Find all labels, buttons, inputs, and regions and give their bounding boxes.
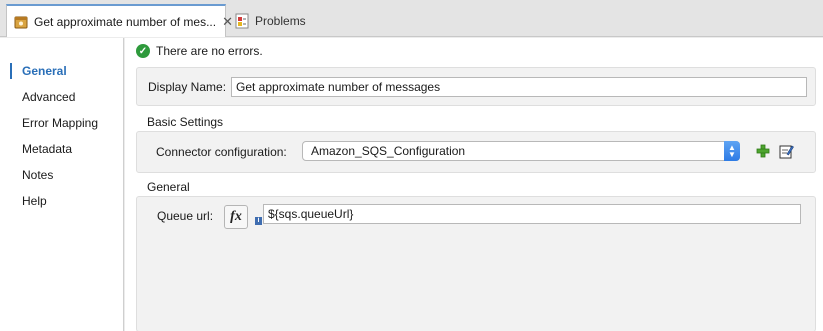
info-icon: i xyxy=(255,217,262,225)
chevron-up-down-icon: ▲ ▼ xyxy=(724,141,740,161)
sidebar-item-help[interactable]: Help xyxy=(0,190,124,212)
edit-icon xyxy=(779,145,794,158)
queue-url-field[interactable]: ${sqs.queueUrl} xyxy=(263,204,801,224)
tab-problems[interactable]: Problems xyxy=(232,4,322,37)
display-name-label: Display Name: xyxy=(148,80,227,94)
general-section-title: General xyxy=(147,180,190,194)
properties-sidebar: General Advanced Error Mapping Metadata … xyxy=(0,38,124,331)
display-name-panel: Display Name: Get approximate number of … xyxy=(136,67,816,106)
basic-settings-panel: Connector configuration: Amazon_SQS_Conf… xyxy=(136,131,816,173)
validation-status: ✓ There are no errors. xyxy=(136,42,263,60)
check-circle-icon: ✓ xyxy=(136,44,150,58)
sidebar-item-error-mapping[interactable]: Error Mapping xyxy=(0,112,124,134)
connector-configuration-label: Connector configuration: xyxy=(156,145,287,159)
status-text: There are no errors. xyxy=(156,44,263,58)
editor-tab-bar: Get approximate number of mes... ✕ Probl… xyxy=(0,0,823,37)
connector-configuration-value: Amazon_SQS_Configuration xyxy=(311,144,466,158)
sidebar-item-general[interactable]: General xyxy=(0,60,124,82)
sidebar-item-advanced[interactable]: Advanced xyxy=(0,86,124,108)
add-configuration-button[interactable] xyxy=(755,143,771,159)
edit-configuration-button[interactable] xyxy=(778,143,794,159)
display-name-field[interactable]: Get approximate number of messages xyxy=(231,77,807,97)
queue-url-label: Queue url: xyxy=(157,209,214,223)
connector-configuration-select[interactable]: Amazon_SQS_Configuration ▲ ▼ xyxy=(302,141,740,161)
plus-icon xyxy=(756,144,770,158)
sidebar-item-metadata[interactable]: Metadata xyxy=(0,138,124,160)
mule-component-icon xyxy=(13,14,29,30)
basic-settings-title: Basic Settings xyxy=(147,115,224,129)
general-panel: Queue url: fx i ${sqs.queueUrl} xyxy=(136,196,816,331)
tab-label: Problems xyxy=(255,13,306,28)
properties-main: ✓ There are no errors. Display Name: Get… xyxy=(125,38,823,331)
problems-icon xyxy=(234,13,250,29)
expression-mode-button[interactable]: fx xyxy=(224,205,248,229)
sidebar-item-notes[interactable]: Notes xyxy=(0,164,124,186)
tab-label: Get approximate number of mes... xyxy=(34,14,217,29)
tab-get-approximate-number[interactable]: Get approximate number of mes... ✕ xyxy=(6,4,233,37)
